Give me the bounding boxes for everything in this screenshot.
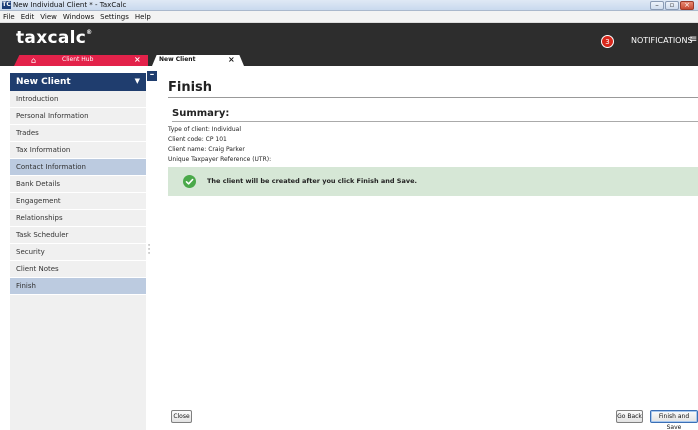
maximize-button[interactable]: ▫ xyxy=(665,1,679,10)
sidebar-item-contact-information[interactable]: Contact Information xyxy=(10,159,146,176)
tab-client-hub-close-icon[interactable]: × xyxy=(134,55,141,64)
minimize-button[interactable]: – xyxy=(650,1,664,10)
main-content: Finish Summary: Type of client: Individu… xyxy=(158,66,698,430)
go-back-button[interactable]: Go Back xyxy=(616,410,643,423)
app-header: taxcalc® 3 NOTIFICATIONS ≡ xyxy=(0,23,698,55)
sidebar-item-task-scheduler[interactable]: Task Scheduler xyxy=(10,227,146,244)
collapse-sidebar-button[interactable]: – xyxy=(147,71,157,81)
sidebar-item-personal-information[interactable]: Personal Information xyxy=(10,108,146,125)
app-icon: TC xyxy=(2,1,11,9)
window-title: New Individual Client * - TaxCalc xyxy=(13,1,127,9)
check-circle-icon xyxy=(183,175,196,188)
client-type-text: Type of client: Individual xyxy=(168,126,242,133)
sidebar-item-security[interactable]: Security xyxy=(10,244,146,261)
client-name-text: Client name: Craig Parker xyxy=(168,146,245,153)
menu-edit[interactable]: Edit xyxy=(21,13,35,21)
sidebar-header[interactable]: New Client ▼ xyxy=(10,73,146,91)
finish-and-save-button[interactable]: Finish and Save xyxy=(650,410,698,430)
menu-settings[interactable]: Settings xyxy=(100,13,129,21)
menubar: File Edit View Windows Settings Help xyxy=(0,11,698,23)
close-window-button[interactable]: × xyxy=(680,1,694,10)
tab-new-client-close-icon[interactable]: × xyxy=(228,55,235,64)
client-code-text: Client code: CP 101 xyxy=(168,136,227,143)
utr-text: Unique Taxpayer Reference (UTR): xyxy=(168,156,272,163)
sidebar-item-engagement[interactable]: Engagement xyxy=(10,193,146,210)
summary-heading: Summary: xyxy=(172,108,230,119)
sidebar-item-tax-information[interactable]: Tax Information xyxy=(10,142,146,159)
home-icon[interactable]: ⌂ xyxy=(31,56,36,65)
tab-new-client-label[interactable]: New Client xyxy=(159,56,195,63)
sidebar-item-bank-details[interactable]: Bank Details xyxy=(10,176,146,193)
sidebar: New Client ▼ Introduction Personal Infor… xyxy=(10,73,146,430)
splitter-handle[interactable]: · · · xyxy=(146,242,152,259)
taxcalc-logo: taxcalc® xyxy=(16,28,92,48)
sidebar-item-trades[interactable]: Trades xyxy=(10,125,146,142)
info-banner: The client will be created after you cli… xyxy=(168,167,698,196)
menu-file[interactable]: File xyxy=(3,13,15,21)
logo-text: taxcalc xyxy=(16,28,87,48)
sidebar-item-client-notes[interactable]: Client Notes xyxy=(10,261,146,278)
tab-client-hub-label[interactable]: Client Hub xyxy=(62,56,93,63)
window-titlebar: TC New Individual Client * - TaxCalc – ▫… xyxy=(0,0,698,11)
close-button[interactable]: Close xyxy=(171,410,192,423)
tab-strip: ⌂ Client Hub × New Client × xyxy=(0,55,698,66)
menu-view[interactable]: View xyxy=(40,13,57,21)
notification-count-badge[interactable]: 3 xyxy=(601,35,614,48)
sidebar-item-finish[interactable]: Finish xyxy=(10,278,146,295)
menu-windows[interactable]: Windows xyxy=(63,13,94,21)
title-divider xyxy=(168,97,698,98)
page-title: Finish xyxy=(168,80,213,95)
hamburger-icon[interactable]: ≡ xyxy=(689,34,697,45)
menu-help[interactable]: Help xyxy=(135,13,151,21)
summary-divider xyxy=(172,121,698,122)
sidebar-item-relationships[interactable]: Relationships xyxy=(10,210,146,227)
sidebar-title: New Client xyxy=(16,77,71,87)
logo-mark: ® xyxy=(86,29,93,36)
banner-message: The client will be created after you cli… xyxy=(207,177,417,185)
notifications-button[interactable]: NOTIFICATIONS xyxy=(631,36,693,45)
sidebar-item-introduction[interactable]: Introduction xyxy=(10,91,146,108)
chevron-down-icon[interactable]: ▼ xyxy=(135,77,140,85)
